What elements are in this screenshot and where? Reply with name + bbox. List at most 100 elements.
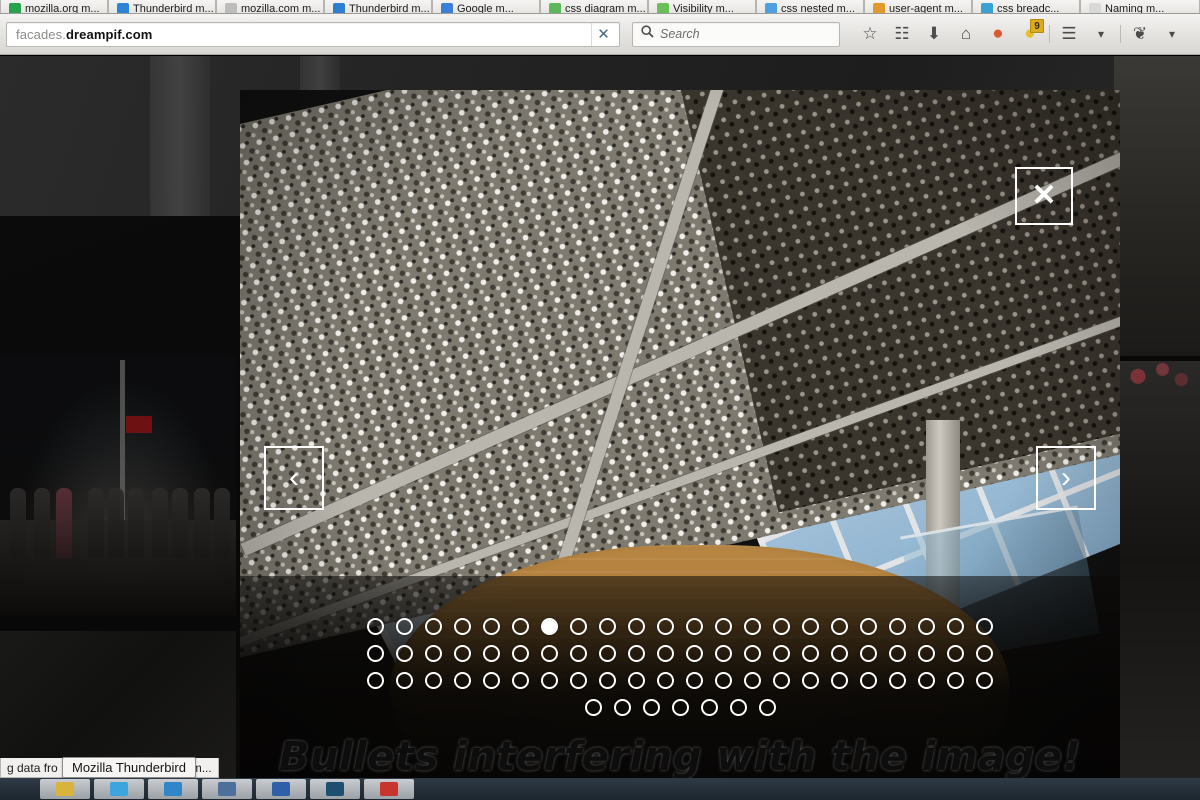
bullet[interactable] [425, 618, 442, 635]
browser-tab[interactable]: css diagram m... [540, 0, 648, 13]
lightbox-close-button[interactable]: ✕ [1015, 167, 1073, 225]
bullet[interactable] [396, 618, 413, 635]
bullet[interactable] [628, 618, 645, 635]
bullet[interactable] [425, 672, 442, 689]
bullet[interactable] [831, 672, 848, 689]
browser-tab[interactable]: user-agent m... [864, 0, 972, 13]
bullet[interactable] [541, 645, 558, 662]
bullet[interactable] [802, 672, 819, 689]
bullet[interactable] [599, 645, 616, 662]
bullet[interactable] [773, 618, 790, 635]
bullet[interactable] [642, 699, 660, 716]
bullet[interactable] [758, 699, 776, 716]
bullet[interactable] [947, 645, 964, 662]
taskbar-item-browser[interactable] [94, 779, 144, 799]
taskbar-item-mail[interactable] [256, 779, 306, 799]
lightbox-prev-button[interactable]: ‹ [264, 446, 324, 510]
bullet[interactable] [715, 672, 732, 689]
bullet[interactable] [889, 672, 906, 689]
bullet[interactable] [584, 699, 602, 716]
browser-tab[interactable]: Thunderbird m... [324, 0, 432, 13]
lightbox-next-button[interactable]: › [1036, 446, 1096, 510]
lightbox-bullet-navigation[interactable] [240, 618, 1120, 716]
bullet[interactable] [831, 645, 848, 662]
list-panel-icon[interactable]: ☰ [1053, 19, 1085, 49]
bullet[interactable] [570, 645, 587, 662]
browser-tab[interactable]: mozilla.org m... [0, 0, 108, 13]
bullet-active[interactable] [541, 618, 558, 635]
bullet[interactable] [599, 672, 616, 689]
bullet[interactable] [802, 645, 819, 662]
bullet[interactable] [454, 672, 471, 689]
taskbar-item-pdf[interactable] [364, 779, 414, 799]
bullet[interactable] [744, 618, 761, 635]
bullet[interactable] [831, 618, 848, 635]
bullet[interactable] [657, 645, 674, 662]
addon-dots-icon[interactable]: ● 9 [1014, 19, 1046, 49]
bullet[interactable] [657, 672, 674, 689]
browser-tab[interactable]: Thunderbird m... [108, 0, 216, 13]
bullet[interactable] [947, 672, 964, 689]
bullet[interactable] [512, 618, 529, 635]
bullet[interactable] [947, 618, 964, 635]
bullet[interactable] [613, 699, 631, 716]
bullet[interactable] [802, 618, 819, 635]
bullet[interactable] [454, 645, 471, 662]
bullet[interactable] [773, 645, 790, 662]
bullet[interactable] [483, 672, 500, 689]
browser-tab-strip[interactable]: mozilla.org m... Thunderbird m... mozilla.… [0, 0, 1200, 14]
bullet[interactable] [599, 618, 616, 635]
taskbar-item-firefox[interactable] [148, 779, 198, 799]
bullet[interactable] [889, 618, 906, 635]
browser-tab[interactable]: Google m... [432, 0, 540, 13]
browser-tab[interactable]: Naming m... [1080, 0, 1200, 13]
bullet[interactable] [686, 645, 703, 662]
bullet[interactable] [367, 672, 384, 689]
bullet[interactable] [976, 618, 993, 635]
home-icon[interactable]: ⌂ [950, 19, 982, 49]
chevron-down-icon[interactable]: ▾ [1085, 19, 1117, 49]
bullet[interactable] [454, 618, 471, 635]
bullet[interactable] [671, 699, 689, 716]
bullet[interactable] [860, 672, 877, 689]
bullet[interactable] [860, 618, 877, 635]
bullet[interactable] [744, 672, 761, 689]
bullet[interactable] [483, 645, 500, 662]
bullet[interactable] [715, 618, 732, 635]
overflow-chevron-icon[interactable]: ▾ [1156, 19, 1188, 49]
bullet[interactable] [367, 645, 384, 662]
bug-icon[interactable]: ❦ [1124, 19, 1156, 49]
taskbar-item-editor[interactable] [202, 779, 252, 799]
clear-url-icon[interactable]: ✕ [591, 22, 615, 46]
bullet[interactable] [918, 672, 935, 689]
search-input[interactable]: Search [632, 21, 840, 47]
bullet[interactable] [541, 672, 558, 689]
browser-tab[interactable]: css nested m... [756, 0, 864, 13]
bullet[interactable] [918, 618, 935, 635]
bullet[interactable] [686, 618, 703, 635]
bullet[interactable] [729, 699, 747, 716]
browser-tab[interactable]: mozilla.com m... [216, 0, 324, 13]
browser-tab[interactable]: Visibility m... [648, 0, 756, 13]
bullet[interactable] [512, 645, 529, 662]
bullet[interactable] [889, 645, 906, 662]
bullet[interactable] [396, 672, 413, 689]
bullet[interactable] [976, 645, 993, 662]
browser-tab[interactable]: css breadc... [972, 0, 1080, 13]
bullet[interactable] [628, 645, 645, 662]
bullet[interactable] [512, 672, 529, 689]
bullet[interactable] [700, 699, 718, 716]
downloads-icon[interactable]: ⬇ [918, 19, 950, 49]
bullet[interactable] [976, 672, 993, 689]
bullet[interactable] [396, 645, 413, 662]
os-taskbar[interactable] [0, 778, 1200, 800]
bookmark-star-icon[interactable]: ☆ [854, 19, 886, 49]
bullet[interactable] [686, 672, 703, 689]
reader-library-icon[interactable]: ☷ [886, 19, 918, 49]
bullet[interactable] [744, 645, 761, 662]
taskbar-item-terminal[interactable] [310, 779, 360, 799]
bullet[interactable] [918, 645, 935, 662]
bullet[interactable] [425, 645, 442, 662]
bullet[interactable] [570, 618, 587, 635]
bullet[interactable] [628, 672, 645, 689]
